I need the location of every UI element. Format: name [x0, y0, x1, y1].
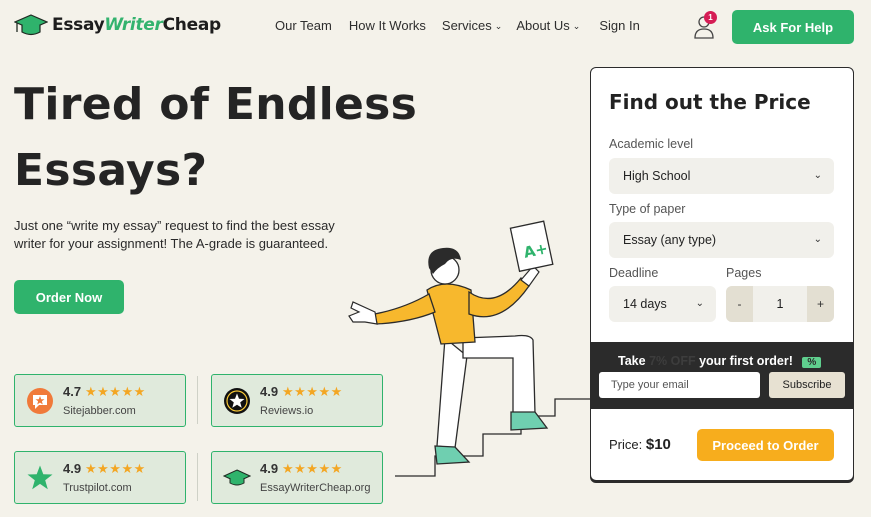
pages-label: Pages — [726, 266, 762, 280]
hero-title-line1: Tired of Endless — [14, 79, 418, 130]
rating-source: Trustpilot.com — [63, 482, 132, 494]
promo-text: Take 7% OFF your first order! % — [618, 354, 822, 368]
order-now-button[interactable]: Order Now — [14, 280, 124, 314]
pages-stepper: - 1 + — [726, 286, 834, 322]
nav-about-us[interactable]: About Us ⌄ — [516, 18, 580, 33]
chevron-down-icon: ⌄ — [695, 298, 704, 309]
academic-level-value: High School — [623, 169, 691, 183]
graduation-cap-icon — [14, 14, 48, 36]
price-display: Price: $10 — [609, 436, 671, 453]
deadline-label: Deadline — [609, 266, 659, 280]
paper-type-value: Essay (any type) — [623, 233, 717, 247]
star-rating: ★★★★★ — [85, 384, 146, 399]
hero-title-line2: Essays? — [14, 145, 208, 196]
price-calculator-card: Find out the Price Academic level High S… — [590, 67, 854, 481]
rating-score: 4.9 — [63, 461, 82, 476]
rating-score: 4.9 — [260, 384, 279, 399]
logo-text: EssayWriterCheap — [52, 15, 221, 35]
academic-level-select[interactable]: High School ⌄ — [609, 158, 834, 194]
divider — [197, 376, 198, 424]
rating-card-trustpilot[interactable]: 4.9 ★★★★★ Trustpilot.com — [14, 451, 186, 504]
paper-type-select[interactable]: Essay (any type) ⌄ — [609, 222, 834, 258]
trustpilot-icon — [27, 465, 53, 490]
card-title: Find out the Price — [609, 90, 811, 114]
rating-score: 4.7 — [63, 384, 82, 399]
rating-score: 4.9 — [260, 461, 279, 476]
nav-services[interactable]: Services ⌄ — [442, 18, 502, 33]
nav-our-team[interactable]: Our Team — [275, 18, 332, 33]
paper-type-label: Type of paper — [609, 202, 686, 216]
ask-for-help-button[interactable]: Ask For Help — [732, 10, 854, 44]
divider — [197, 453, 198, 501]
chevron-down-icon: ⌄ — [494, 21, 503, 31]
email-input[interactable] — [599, 372, 760, 398]
pages-value[interactable]: 1 — [753, 286, 807, 322]
main-nav: Our Team How It Works Services ⌄ About Us… — [275, 18, 640, 33]
logo[interactable]: EssayWriterCheap — [14, 12, 221, 38]
star-rating: ★★★★★ — [282, 461, 343, 476]
proceed-to-order-button[interactable]: Proceed to Order — [697, 429, 834, 461]
reviews-io-icon — [224, 388, 250, 414]
rating-card-sitejabber[interactable]: 4.7 ★★★★★ Sitejabber.com — [14, 374, 186, 427]
pages-decrement-button[interactable]: - — [726, 286, 753, 322]
subscribe-button[interactable]: Subscribe — [769, 372, 845, 398]
chevron-down-icon: ⌄ — [572, 21, 581, 31]
star-rating: ★★★★★ — [85, 461, 146, 476]
graduation-cap-icon — [223, 469, 251, 486]
hero-title: Tired of Endless Essays? — [14, 72, 434, 204]
sitejabber-icon — [27, 388, 53, 414]
student-illustration: A+ — [348, 220, 595, 477]
nav-how-it-works[interactable]: How It Works — [349, 18, 426, 33]
hero-subtitle: Just one “write my essay” request to fin… — [14, 218, 335, 251]
chevron-down-icon: ⌄ — [813, 170, 822, 181]
notification-badge: 1 — [704, 11, 717, 24]
deadline-select[interactable]: 14 days ⌄ — [609, 286, 716, 322]
price-label: Price: — [609, 437, 643, 452]
price-value: $10 — [645, 436, 671, 453]
deadline-value: 14 days — [623, 297, 667, 311]
academic-level-label: Academic level — [609, 137, 694, 151]
rating-source: Sitejabber.com — [63, 405, 136, 417]
promo-banner: Take 7% OFF your first order! % Subscrib… — [591, 342, 853, 409]
rating-source: EssayWriterCheap.org — [260, 482, 371, 494]
chevron-down-icon: ⌄ — [813, 234, 822, 245]
nav-sign-in[interactable]: Sign In — [599, 18, 639, 33]
discount-badge: % — [802, 357, 822, 368]
star-rating: ★★★★★ — [282, 384, 343, 399]
rating-source: Reviews.io — [260, 405, 314, 417]
pages-increment-button[interactable]: + — [807, 286, 834, 322]
